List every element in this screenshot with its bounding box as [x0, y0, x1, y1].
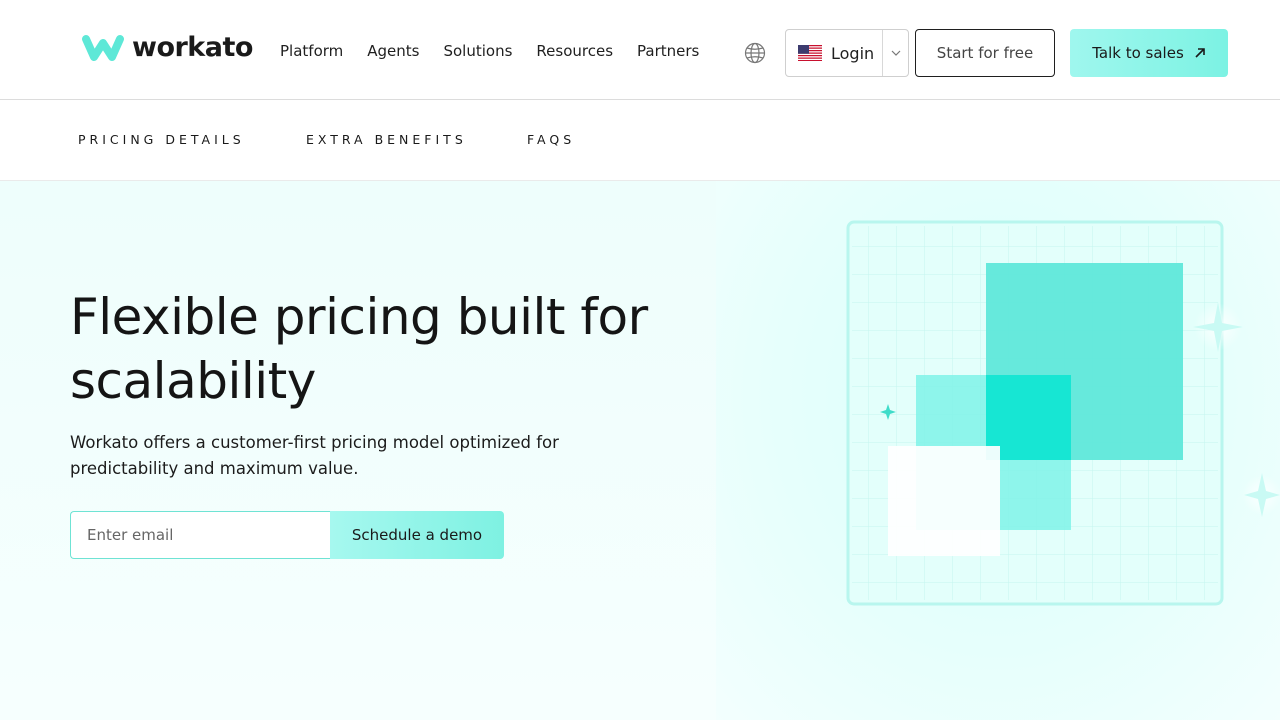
- hero-headline: Flexible pricing built for scalability: [70, 288, 648, 410]
- chevron-down-icon: [891, 50, 901, 56]
- demo-form: Schedule a demo: [70, 511, 504, 559]
- nav-partners[interactable]: Partners: [637, 41, 699, 61]
- subnav-faqs[interactable]: FAQS: [527, 132, 575, 147]
- nav-agents[interactable]: Agents: [367, 41, 419, 61]
- workato-logo[interactable]: workato: [82, 34, 253, 62]
- email-input[interactable]: [70, 511, 330, 559]
- login-dropdown-toggle[interactable]: [883, 50, 908, 56]
- brand-name: workato: [132, 32, 253, 63]
- pricing-squares-illustration: [846, 220, 1280, 606]
- schedule-demo-button[interactable]: Schedule a demo: [330, 511, 504, 559]
- nav-solutions[interactable]: Solutions: [443, 41, 512, 61]
- site-header: workato Platform Agents Solutions Resour…: [0, 0, 1280, 100]
- talk-to-sales-label: Talk to sales: [1092, 44, 1184, 62]
- login-label: Login: [831, 43, 875, 63]
- start-for-free-button[interactable]: Start for free: [915, 29, 1055, 77]
- workato-logo-icon: [82, 35, 124, 61]
- nav-resources[interactable]: Resources: [536, 41, 613, 61]
- us-flag-icon: [798, 45, 822, 61]
- login-selector: Login: [785, 29, 909, 77]
- hero-subtext: Workato offers a customer-first pricing …: [70, 433, 559, 478]
- subnav-pricing-details[interactable]: PRICING DETAILS: [78, 132, 245, 147]
- globe-icon[interactable]: [744, 42, 766, 64]
- login-button[interactable]: Login: [786, 30, 884, 76]
- main-nav: Platform Agents Solutions Resources Part…: [280, 41, 699, 61]
- arrow-up-right-icon: [1195, 48, 1205, 58]
- pricing-subnav: PRICING DETAILS EXTRA BENEFITS FAQS: [0, 101, 1280, 181]
- talk-to-sales-button[interactable]: Talk to sales: [1070, 29, 1228, 77]
- subnav-extra-benefits[interactable]: EXTRA BENEFITS: [306, 132, 467, 147]
- nav-platform[interactable]: Platform: [280, 41, 343, 61]
